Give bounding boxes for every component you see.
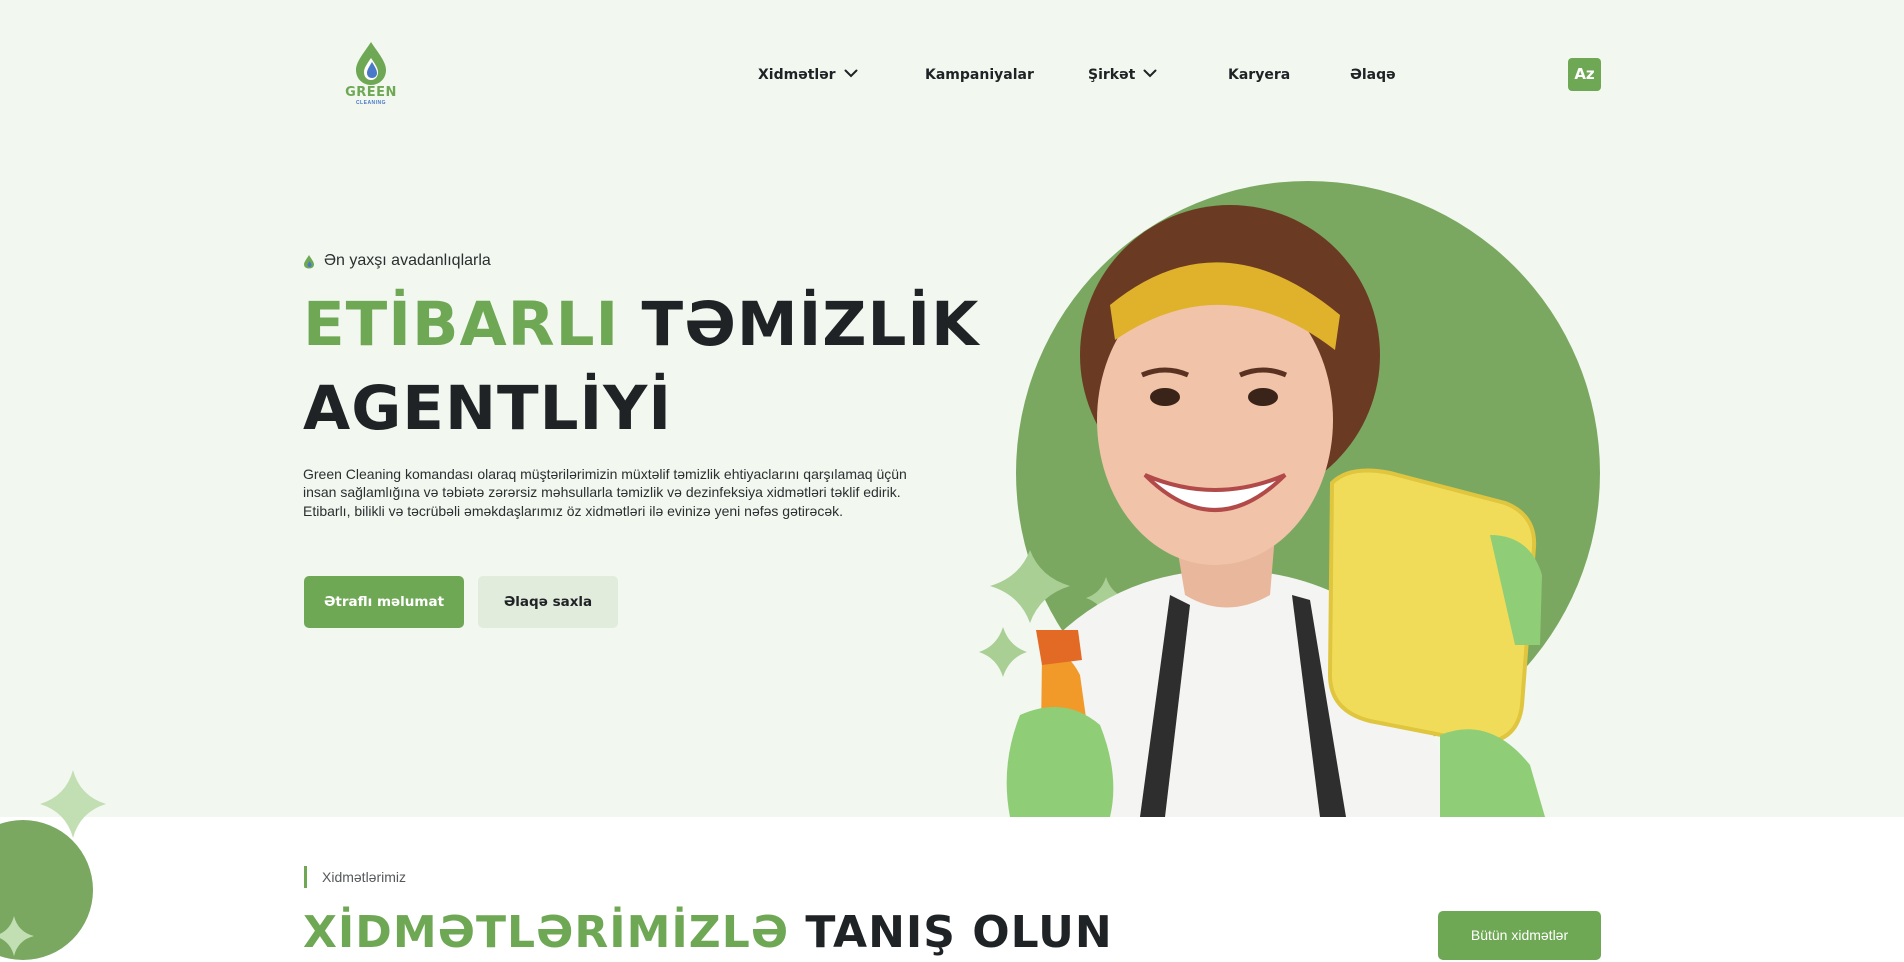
drop-icon (304, 254, 314, 268)
site-header: GREEN CLEANING Xidmətlər Kampaniyalar Şi… (0, 0, 1904, 150)
nav-item-career[interactable]: Karyera (1228, 62, 1290, 88)
services-title: XİDMƏTLƏRİMİZLƏ TANIŞ OLUN (303, 903, 1113, 962)
contact-button[interactable]: Əlaqə saxla (478, 576, 618, 628)
logo[interactable]: GREEN CLEANING (340, 40, 402, 112)
nav-item-label: Şirkət (1088, 67, 1136, 83)
nav-item-services[interactable]: Xidmətlər (758, 62, 858, 88)
drop-logo-icon (356, 42, 386, 85)
nav-item-label: Xidmətlər (758, 67, 836, 83)
nav-item-label: Karyera (1228, 67, 1291, 83)
hero-image (970, 175, 1610, 817)
hero-title: ETİBARLI TƏMİZLİK AGENTLİYİ (303, 283, 983, 451)
hero-eyebrow-text: Ən yaxşı avadanlıqlarla (324, 252, 491, 269)
decorative-sparkle-circle (0, 770, 106, 960)
logo-wordmark: GREEN (345, 85, 397, 100)
nav-item-contact[interactable]: Əlaqə (1350, 62, 1396, 88)
nav-item-company[interactable]: Şirkət (1088, 62, 1157, 88)
nav-item-campaigns[interactable]: Kampaniyalar (925, 62, 1034, 88)
more-info-button[interactable]: Ətraflı məlumat (304, 576, 464, 628)
all-services-button[interactable]: Bütün xidmətlər (1438, 911, 1601, 960)
language-switcher[interactable]: Az (1568, 58, 1601, 91)
services-title-accent: XİDMƏTLƏRİMİZLƏ (303, 907, 790, 958)
services-eyebrow: Xidmətlərimiz (304, 866, 406, 888)
hero-title-accent: ETİBARLI (303, 289, 620, 360)
nav-item-label: Əlaqə (1350, 67, 1396, 83)
logo-subtitle: CLEANING (355, 100, 387, 106)
services-title-rest: TANIŞ OLUN (805, 907, 1113, 958)
chevron-down-icon (844, 69, 858, 78)
hero-description: Green Cleaning komandası olaraq müştəril… (303, 466, 907, 519)
nav-item-label: Kampaniyalar (925, 67, 1034, 83)
hero-eyebrow: Ən yaxşı avadanlıqlarla (303, 252, 491, 270)
chevron-down-icon (1143, 69, 1157, 78)
